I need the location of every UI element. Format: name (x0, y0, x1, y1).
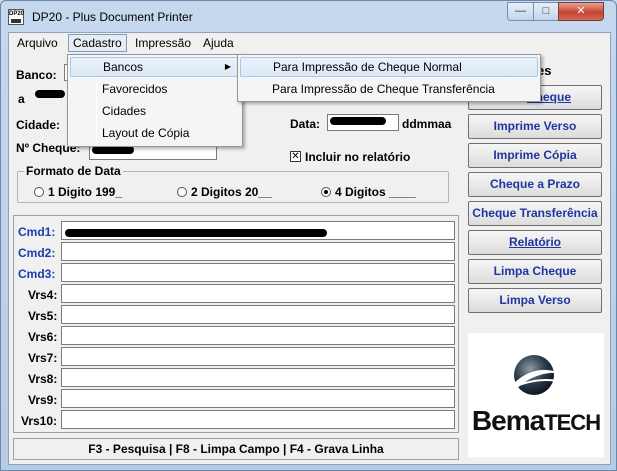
menu-ajuda[interactable]: Ajuda (199, 34, 238, 52)
menu-impressao[interactable]: Impressão (131, 34, 195, 52)
date-format-group: Formato de Data 1 Digito 199_ 2 Digitos … (17, 164, 449, 203)
menu-item-cheque-normal[interactable]: Para Impressão de Cheque Normal (240, 57, 538, 77)
maximize-button[interactable]: □ (533, 2, 559, 21)
data-input[interactable] (327, 114, 399, 131)
logo-sphere-icon (509, 355, 560, 395)
checkbox-label: Incluir no relatório (305, 150, 411, 164)
imprime-copia-button[interactable]: Imprime Cópia (468, 143, 602, 168)
app-icon[interactable]: DP20 (8, 9, 24, 25)
date-format-legend: Formato de Data (24, 164, 123, 178)
minimize-button[interactable]: — (507, 2, 534, 21)
data-label: Data: (290, 117, 321, 131)
vrs10-label: Vrs10: (21, 414, 58, 428)
cmd1-label: Cmd1: (18, 225, 56, 239)
cheque-prazo-button[interactable]: Cheque a Prazo (468, 172, 602, 197)
command-panel: Cmd1: Cmd2: Cmd3: Vrs4: Vrs5: Vrs6: Vrs7… (13, 215, 459, 433)
bematech-logo: BemaTECH (468, 333, 604, 457)
client-area: Arquivo Cadastro Impressão Ajuda Banco: … (8, 32, 611, 465)
menu-cadastro[interactable]: Cadastro (68, 34, 127, 52)
app-icon-text: DP20 (9, 11, 25, 17)
vrs9-input[interactable] (61, 389, 455, 408)
cidade-label: Cidade: (16, 118, 61, 132)
cmd2-input[interactable] (61, 242, 455, 261)
favorecido-label: a (18, 92, 25, 106)
submenu-arrow-icon: ▶ (224, 62, 231, 71)
menu-item-cheque-transferencia[interactable]: Para Impressão de Cheque Transferência (240, 79, 538, 99)
checkbox-box[interactable]: ✕ (290, 151, 301, 163)
data-format-label: ddmmaa (402, 117, 452, 131)
logo-text: BemaTECH (471, 405, 601, 436)
status-bar: F3 - Pesquisa | F8 - Limpa Campo | F4 - … (13, 438, 459, 460)
imprime-verso-button[interactable]: Imprime Verso (468, 114, 602, 139)
vrs8-input[interactable] (61, 368, 455, 387)
menu-item-cidades[interactable]: Cidades (70, 101, 240, 121)
incluir-relatorio-checkbox[interactable]: ✕ Incluir no relatório (290, 150, 410, 164)
menu-arquivo[interactable]: Arquivo (13, 34, 62, 52)
radio-2-digits[interactable]: 2 Digitos 20__ (177, 185, 272, 199)
menu-bar: Arquivo Cadastro Impressão Ajuda (9, 33, 610, 53)
close-button[interactable]: ✕ (558, 2, 604, 21)
vrs5-input[interactable] (61, 305, 455, 324)
vrs6-input[interactable] (61, 326, 455, 345)
title-bar[interactable]: DP20 DP20 - Plus Document Printer — □ ✕ (1, 1, 616, 33)
cmd3-input[interactable] (61, 263, 455, 282)
limpa-verso-button[interactable]: Limpa Verso (468, 288, 602, 313)
vrs4-input[interactable] (61, 284, 455, 303)
cheque-transferencia-button[interactable]: Cheque Transferência (468, 201, 602, 226)
radio-4-digits[interactable]: 4 Digitos ____ (321, 185, 416, 199)
window-title: DP20 - Plus Document Printer (32, 10, 193, 24)
bancos-submenu: Para Impressão de Cheque Normal Para Imp… (237, 54, 541, 102)
menu-item-bancos[interactable]: Bancos ▶ (70, 57, 240, 77)
radio-1-digit[interactable]: 1 Digito 199_ (34, 185, 122, 199)
relatorio-button[interactable]: Relatório (468, 230, 602, 255)
menu-item-layout-copia[interactable]: Layout de Cópia (70, 123, 240, 143)
vrs7-input[interactable] (61, 347, 455, 366)
menu-item-favorecidos[interactable]: Favorecidos (70, 79, 240, 99)
vrs10-input[interactable] (61, 410, 455, 429)
cmd3-label: Cmd3: (18, 267, 56, 281)
limpa-cheque-button[interactable]: Limpa Cheque (468, 259, 602, 284)
cmd1-input[interactable] (61, 221, 455, 240)
cadastro-dropdown: Bancos ▶ Favorecidos Cidades Layout de Có… (67, 54, 243, 147)
banco-label: Banco: (16, 68, 57, 82)
main-window: DP20 DP20 - Plus Document Printer — □ ✕ … (0, 0, 617, 471)
cmd2-label: Cmd2: (18, 246, 56, 260)
